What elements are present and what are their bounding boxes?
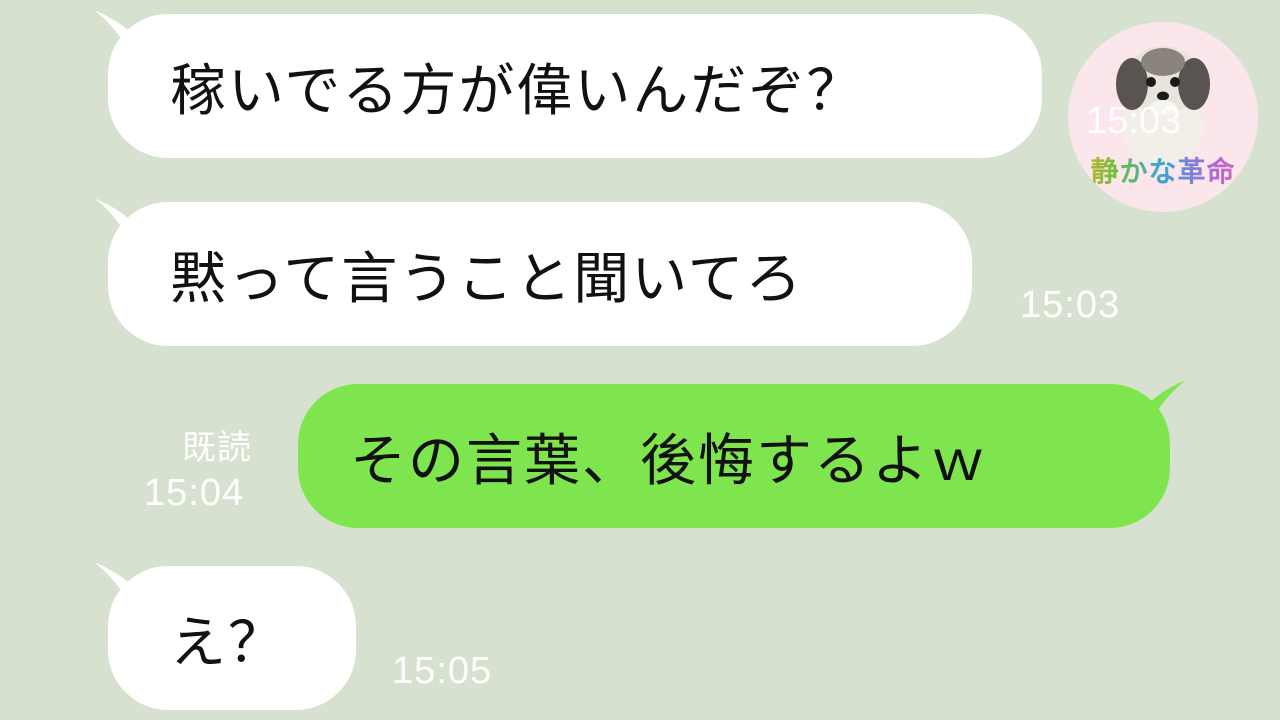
outgoing-message-bubble[interactable]: その言葉、後悔するよｗ — [298, 384, 1170, 528]
incoming-message-bubble[interactable]: え？ — [108, 566, 356, 710]
message-text: え？ — [170, 610, 286, 676]
read-receipt: 既読 — [182, 428, 252, 468]
avatar[interactable]: 15:03 静かな革命 — [1068, 22, 1258, 212]
brand-logo-text: 静かな革命 — [1068, 150, 1258, 190]
avatar-timestamp: 15:03 — [1086, 100, 1182, 142]
message-timestamp: 15:03 — [1020, 284, 1121, 326]
message-text: その言葉、後悔するよｗ — [350, 428, 988, 494]
chat-area: 稼いでる方が偉いんだぞ？ 黙って言うこと聞いてろ 15:03 その言葉、後悔する… — [0, 0, 1280, 720]
message-timestamp: 15:04 — [144, 472, 245, 514]
message-text: 稼いでる方が偉いんだぞ？ — [170, 58, 865, 124]
incoming-message-bubble[interactable]: 稼いでる方が偉いんだぞ？ — [108, 14, 1042, 158]
message-text: 黙って言うこと聞いてろ — [170, 246, 804, 312]
incoming-message-bubble[interactable]: 黙って言うこと聞いてろ — [108, 202, 972, 346]
message-timestamp: 15:05 — [392, 650, 493, 692]
